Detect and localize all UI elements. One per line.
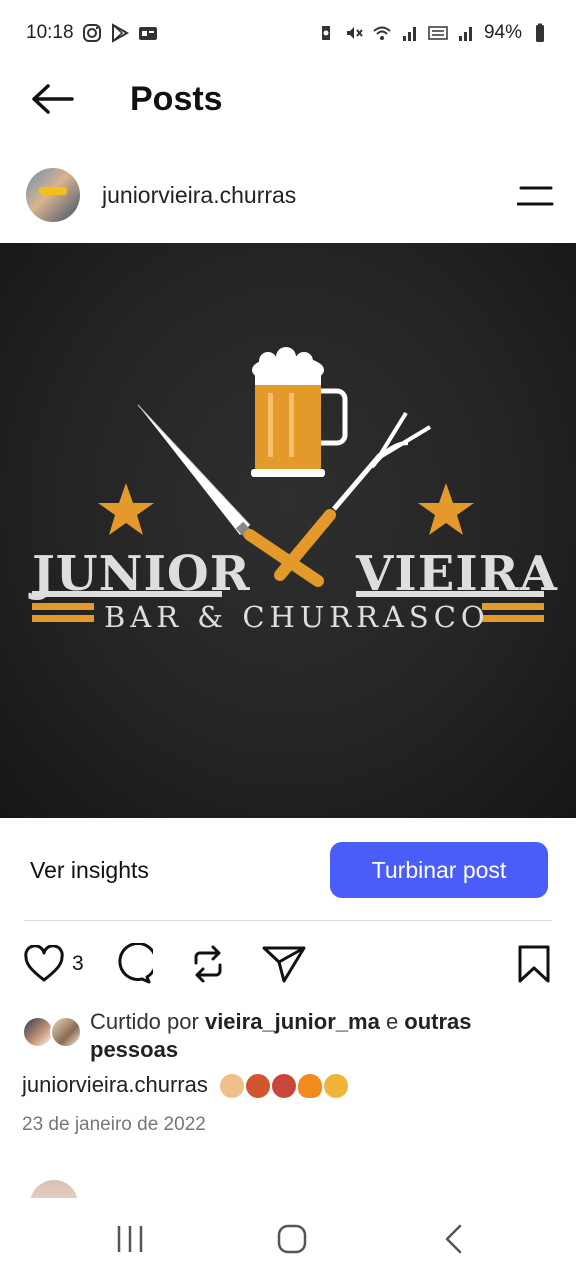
menu-icon — [517, 186, 554, 206]
beer-emoji-icon — [323, 1074, 348, 1099]
home-icon — [277, 1224, 307, 1254]
view-insights-link[interactable]: Ver insights — [30, 857, 149, 884]
chef-emoji-icon — [219, 1074, 244, 1099]
top-bar: Posts — [0, 66, 576, 132]
recent-apps-icon — [117, 1226, 143, 1252]
comment-button[interactable] — [110, 942, 154, 986]
boost-post-button[interactable]: Turbinar post — [330, 842, 548, 898]
like-button[interactable] — [22, 942, 66, 986]
liked-by-text: Curtido por vieira_junior_ma e outras pe… — [90, 1008, 560, 1064]
liked-by-suffix: e — [379, 1009, 405, 1034]
action-icons-row: 3 — [0, 938, 576, 990]
signal-icon — [400, 23, 420, 43]
post-date: 23 de janeiro de 2022 — [22, 1114, 206, 1135]
liked-by-prefix: Curtido por — [90, 1009, 205, 1034]
notification-app-icon — [138, 23, 158, 43]
liked-by-user[interactable]: vieira_junior_ma — [205, 1009, 380, 1034]
wifi-icon — [372, 23, 392, 43]
avatar[interactable] — [26, 168, 80, 222]
status-right: 94% — [316, 22, 550, 44]
signal-icon-2 — [456, 23, 476, 43]
page-title: Posts — [130, 79, 223, 118]
save-button[interactable] — [512, 942, 556, 986]
repost-icon — [194, 945, 222, 983]
battery-percent: 94% — [483, 22, 522, 43]
fire-emoji-icon — [297, 1074, 322, 1099]
status-time: 10:18 — [26, 22, 74, 43]
steak-emoji-icon — [271, 1074, 296, 1099]
status-left: 10:18 — [26, 22, 158, 44]
battery-icon — [530, 23, 550, 43]
instagram-icon — [82, 23, 102, 43]
beer-mug-icon — [251, 347, 348, 477]
avatar-glasses — [39, 187, 67, 195]
volte-icon — [428, 23, 448, 43]
caption-emojis — [219, 1074, 348, 1099]
star-left-icon — [98, 483, 154, 535]
send-icon — [262, 946, 306, 983]
post-username[interactable]: juniorvieira.churras — [102, 182, 296, 209]
data-saver-icon — [316, 23, 336, 43]
logo-graphic — [32, 347, 544, 622]
menu-button[interactable] — [516, 176, 556, 216]
play-store-icon — [110, 23, 130, 43]
star-right-icon — [418, 483, 474, 535]
nav-back-button[interactable] — [424, 1218, 484, 1260]
back-button[interactable] — [20, 67, 84, 131]
caption: juniorvieira.churras — [22, 1072, 348, 1099]
recent-apps-button[interactable] — [100, 1218, 160, 1260]
home-button[interactable] — [262, 1218, 322, 1260]
heart-icon — [24, 945, 64, 982]
caption-username[interactable]: juniorvieira.churras — [22, 1072, 208, 1097]
status-bar: 10:18 94% — [0, 0, 576, 66]
logo-word-left: JUNIOR — [32, 546, 251, 602]
system-nav-bar — [0, 1198, 576, 1280]
liked-by-row[interactable]: Curtido por vieira_junior_ma e outras pe… — [22, 1008, 562, 1068]
liker-avatar-2 — [50, 1016, 82, 1048]
back-arrow-icon — [32, 84, 74, 114]
nav-back-icon — [445, 1224, 462, 1254]
like-count[interactable]: 3 — [72, 952, 84, 976]
bookmark-icon — [518, 945, 550, 983]
meat-emoji-icon — [245, 1074, 270, 1099]
logo-word-right: VIEIRA — [356, 546, 558, 602]
logo-subtitle: BAR & CHURRASCO — [104, 600, 490, 634]
share-button[interactable] — [262, 942, 306, 986]
mute-icon — [344, 23, 364, 43]
post-image[interactable]: JUNIOR VIEIRA BAR & CHURRASCO — [0, 243, 576, 818]
post-header: juniorvieira.churras — [0, 160, 576, 230]
divider — [24, 920, 552, 921]
repost-button[interactable] — [186, 942, 230, 986]
comment-icon — [118, 943, 153, 984]
insights-row: Ver insights Turbinar post — [0, 840, 576, 900]
